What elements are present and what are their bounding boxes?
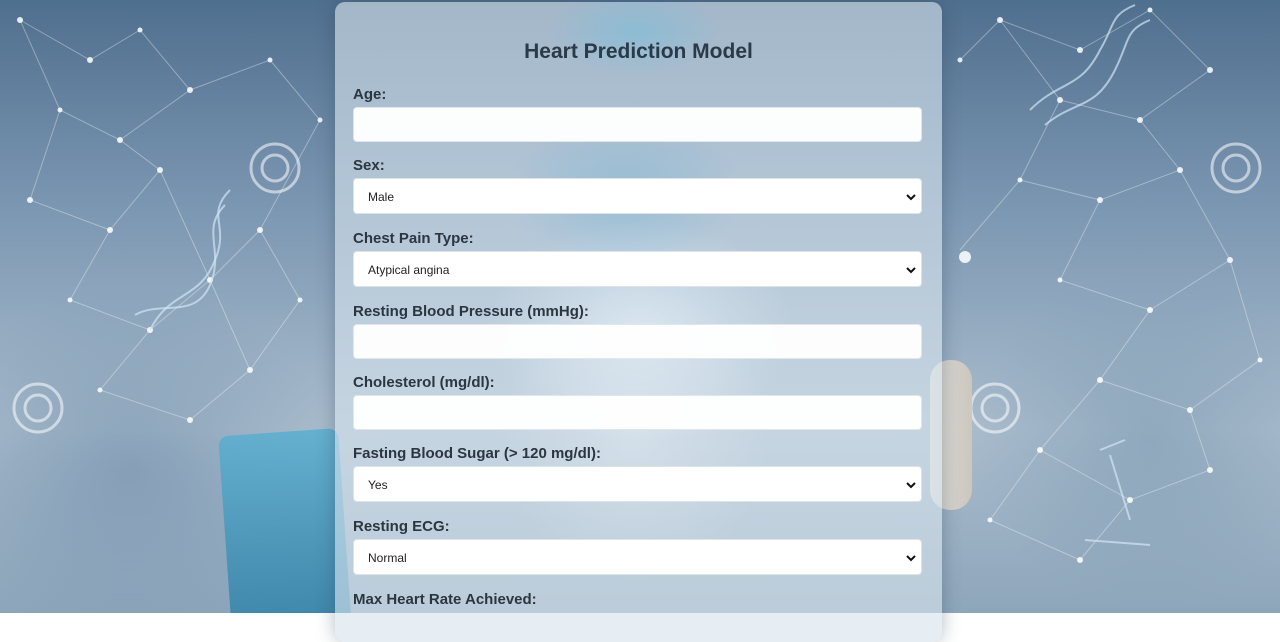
form-card: Heart Prediction Model Age: Sex: Male Ch… <box>335 2 942 642</box>
resting-ecg-select[interactable]: Normal <box>353 539 922 575</box>
sex-label: Sex: <box>353 157 385 174</box>
chest-pain-type-select[interactable]: Atypical angina <box>353 251 922 287</box>
resting-blood-pressure-label: Resting Blood Pressure (mmHg): <box>353 303 589 320</box>
resting-ecg-select-value: Normal <box>368 551 407 565</box>
chevron-down-icon <box>906 194 916 201</box>
fasting-blood-sugar-label: Fasting Blood Sugar (> 120 mg/dl): <box>353 445 601 462</box>
resting-ecg-label: Resting ECG: <box>353 518 450 535</box>
form-title: Heart Prediction Model <box>524 40 753 63</box>
fasting-blood-sugar-select-value: Yes <box>368 478 388 492</box>
cholesterol-input[interactable] <box>353 395 922 430</box>
cholesterol-label: Cholesterol (mg/dl): <box>353 374 495 391</box>
max-heart-rate-label: Max Heart Rate Achieved: <box>353 591 537 608</box>
resting-blood-pressure-input[interactable] <box>353 324 922 359</box>
age-label: Age: <box>353 86 387 103</box>
chest-pain-type-label: Chest Pain Type: <box>353 230 474 247</box>
chevron-down-icon <box>906 267 916 274</box>
fasting-blood-sugar-select[interactable]: Yes <box>353 466 922 502</box>
sex-select[interactable]: Male <box>353 178 922 214</box>
chevron-down-icon <box>906 555 916 562</box>
phone-graphic <box>218 428 352 613</box>
sex-select-value: Male <box>368 190 395 204</box>
chevron-down-icon <box>906 482 916 489</box>
chest-pain-type-select-value: Atypical angina <box>368 263 450 277</box>
age-input[interactable] <box>353 107 922 142</box>
